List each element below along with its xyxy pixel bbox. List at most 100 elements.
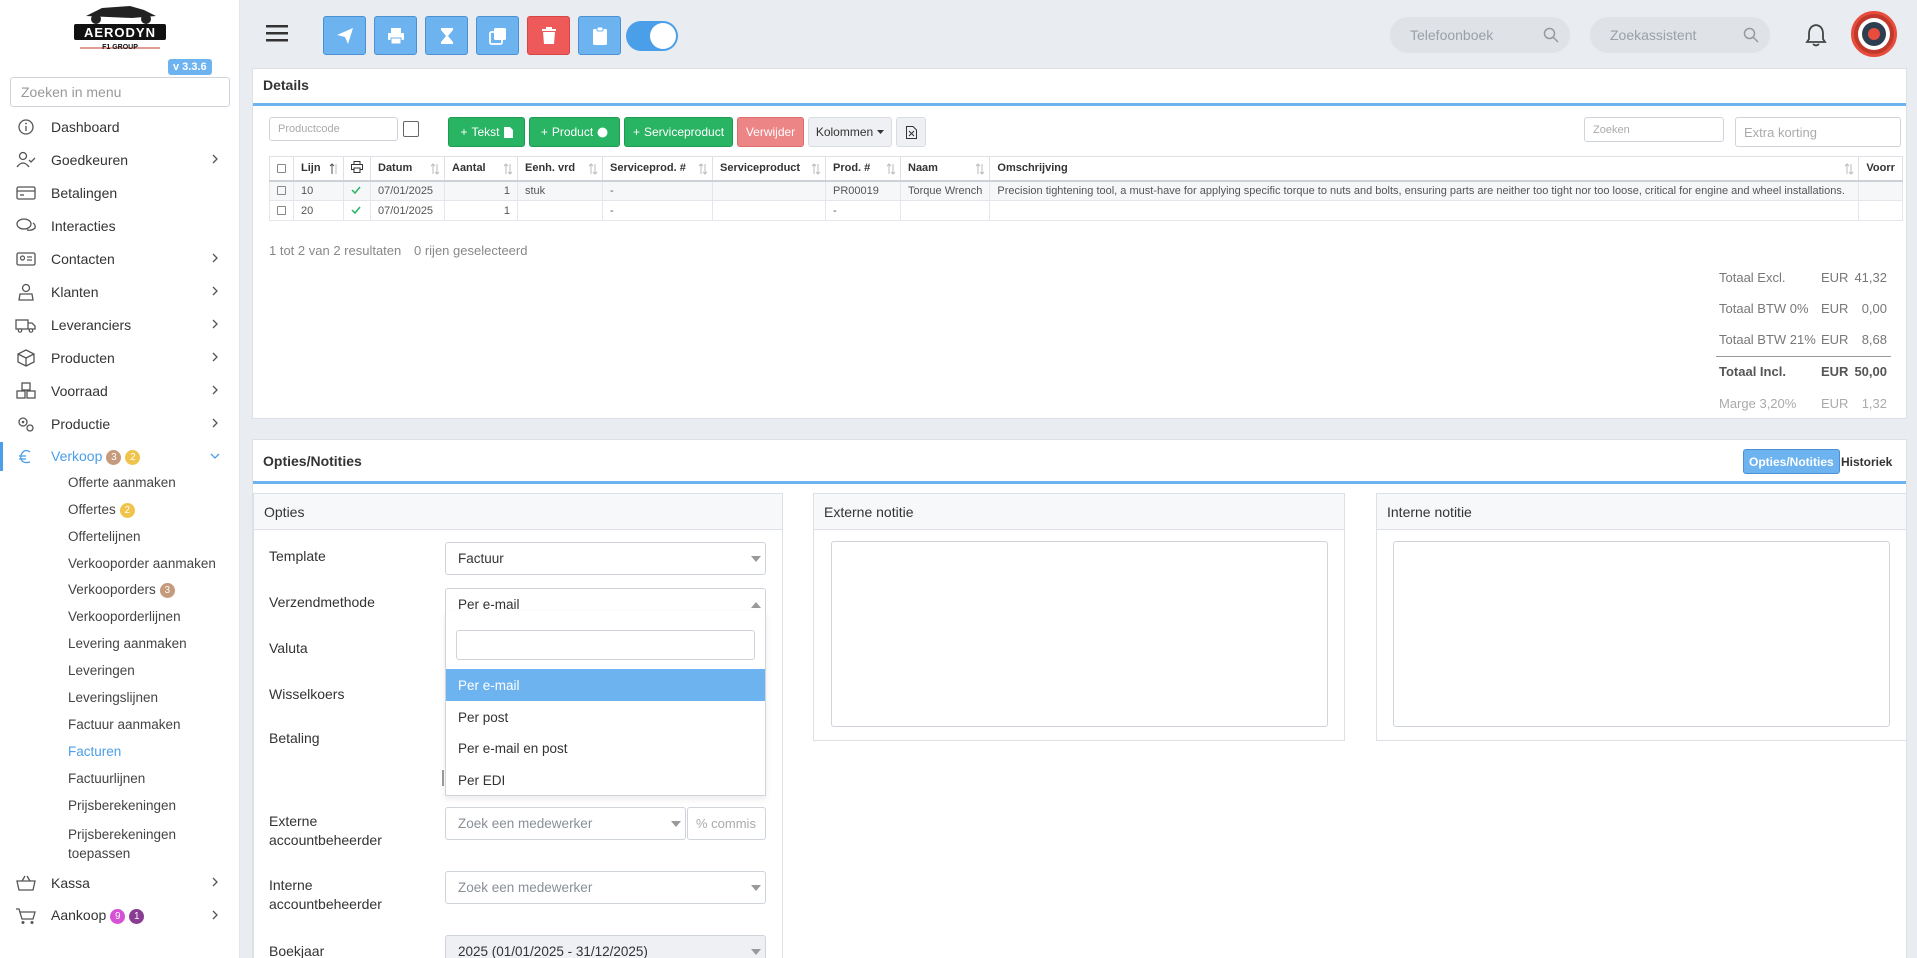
row-select-cell[interactable] bbox=[269, 180, 294, 201]
export-excel-button[interactable] bbox=[896, 117, 926, 147]
sidebar-item-label: Betalingen bbox=[51, 184, 118, 201]
column-header[interactable]: Eenh. vrd bbox=[517, 156, 603, 182]
select-all-checkbox[interactable] bbox=[277, 163, 286, 173]
tab-opties-notities[interactable]: Opties/Notities bbox=[1743, 449, 1840, 474]
caret-down-icon bbox=[671, 821, 681, 827]
submenu-offerte-aanmaken[interactable]: Offerte aanmaken bbox=[68, 475, 176, 490]
column-header[interactable]: Voorr bbox=[1858, 156, 1903, 182]
sidebar-item-verkoop[interactable]: Verkoop 3 2 bbox=[0, 440, 240, 473]
sidebar-item-label: Aankoop 9 1 bbox=[51, 907, 145, 924]
productcode-checkbox[interactable] bbox=[403, 121, 419, 137]
sort-icon bbox=[811, 163, 821, 175]
row-select-cell[interactable] bbox=[269, 200, 294, 221]
interne-accountbeheerder-select[interactable]: Zoek een medewerker bbox=[445, 871, 766, 904]
sidebar-item-goedkeuren[interactable]: Goedkeuren bbox=[0, 143, 240, 176]
details-title: Details bbox=[263, 77, 309, 93]
dropdown-option[interactable]: Per EDI bbox=[446, 764, 765, 796]
sidebar-item-voorraad[interactable]: Voorraad bbox=[0, 374, 240, 407]
row-checkbox[interactable] bbox=[277, 186, 286, 196]
select-all-header[interactable] bbox=[269, 156, 294, 182]
copy-button[interactable] bbox=[476, 16, 519, 55]
submenu-offertes[interactable]: Offertes 2 bbox=[68, 502, 135, 518]
dropdown-option[interactable]: Per e-mail bbox=[446, 669, 765, 701]
submenu-verkooporderlijnen[interactable]: Verkooporderlijnen bbox=[68, 609, 181, 624]
sidebar-item-leveranciers[interactable]: Leveranciers bbox=[0, 308, 240, 341]
column-header[interactable]: Aantal bbox=[444, 156, 518, 182]
chevron-right-icon bbox=[212, 910, 218, 920]
submenu-prijsberekeningen-toepassen[interactable]: Prijsberekeningen toepassen bbox=[68, 825, 208, 863]
delete-line-button[interactable]: Verwijder bbox=[737, 117, 804, 147]
id-card-icon bbox=[16, 252, 36, 266]
cell-lijn: 10 bbox=[293, 180, 344, 201]
sidebar-item-productie[interactable]: Productie bbox=[0, 407, 240, 440]
company-logo[interactable]: AERODYN F1 GROUP bbox=[72, 2, 168, 54]
hidden-field-edge bbox=[442, 770, 444, 786]
commission-input[interactable] bbox=[687, 807, 766, 840]
externe-accountbeheerder-select[interactable]: Zoek een medewerker bbox=[445, 807, 686, 840]
template-select[interactable]: Factuur bbox=[445, 542, 766, 575]
sidebar-item-interacties[interactable]: Interacties bbox=[0, 209, 240, 242]
submenu-offertelijnen[interactable]: Offertelijnen bbox=[68, 529, 141, 544]
submenu-verkooporder-aanmaken[interactable]: Verkooporder aanmaken bbox=[68, 556, 216, 571]
sidebar-item-label: Dashboard bbox=[51, 118, 120, 135]
label-verzendmethode: Verzendmethode bbox=[269, 594, 375, 610]
submenu-factuur-aanmaken[interactable]: Factuur aanmaken bbox=[68, 717, 181, 732]
send-button[interactable] bbox=[323, 16, 366, 55]
submenu-leveringslijnen[interactable]: Leveringslijnen bbox=[68, 690, 158, 705]
column-header[interactable]: Prod. # bbox=[825, 156, 901, 182]
menu-search-input[interactable] bbox=[10, 77, 230, 107]
column-header[interactable]: Datum bbox=[370, 156, 445, 182]
interne-notitie-textarea[interactable] bbox=[1393, 541, 1890, 727]
user-avatar[interactable] bbox=[1851, 11, 1897, 57]
sidebar-item-klanten[interactable]: Klanten bbox=[0, 275, 240, 308]
columns-dropdown-button[interactable]: Kolommen bbox=[808, 117, 892, 147]
bell-icon[interactable] bbox=[1805, 23, 1827, 47]
sidebar-item-kassa[interactable]: Kassa bbox=[0, 866, 240, 899]
extra-discount-input[interactable] bbox=[1735, 117, 1901, 147]
submenu-prijsberekeningen[interactable]: Prijsberekeningen bbox=[68, 798, 176, 813]
sidebar-item-betalingen[interactable]: Betalingen bbox=[0, 176, 240, 209]
column-header[interactable]: Omschrijving bbox=[989, 156, 1860, 182]
sidebar-item-contacten[interactable]: Contacten bbox=[0, 242, 240, 275]
table-row[interactable]: 20 07/01/2025 1 - - bbox=[269, 200, 1903, 221]
submenu-leveringen[interactable]: Leveringen bbox=[68, 663, 135, 678]
hourglass-button[interactable] bbox=[425, 16, 468, 55]
column-header[interactable]: Serviceprod. # bbox=[602, 156, 713, 182]
table-row[interactable]: 10 07/01/2025 1 stuk - PR00019 Torque Wr… bbox=[269, 180, 1903, 201]
submenu-levering-aanmaken[interactable]: Levering aanmaken bbox=[68, 636, 187, 651]
externe-notitie-textarea[interactable] bbox=[831, 541, 1328, 727]
cell-prodnr-link[interactable]: PR00019 bbox=[825, 180, 901, 201]
search-icon[interactable] bbox=[1743, 27, 1759, 43]
column-header[interactable]: Lijn bbox=[293, 156, 344, 182]
clipboard-button[interactable] bbox=[578, 16, 621, 55]
tab-historiek[interactable]: Historiek bbox=[1836, 449, 1897, 474]
column-label: Aantal bbox=[452, 162, 486, 175]
mode-toggle[interactable] bbox=[626, 21, 678, 51]
copy-icon bbox=[488, 27, 506, 45]
print-button[interactable] bbox=[374, 16, 417, 55]
submenu-verkooporders[interactable]: Verkooporders 3 bbox=[68, 582, 175, 598]
add-text-button[interactable]: + Tekst bbox=[448, 117, 525, 147]
search-icon[interactable] bbox=[1543, 27, 1559, 43]
row-checkbox[interactable] bbox=[277, 206, 286, 216]
submenu-factuurlijnen[interactable]: Factuurlijnen bbox=[68, 771, 145, 786]
hamburger-menu-icon[interactable] bbox=[266, 24, 288, 42]
sort-icon bbox=[588, 163, 598, 175]
column-header[interactable]: Serviceproduct bbox=[712, 156, 826, 182]
dropdown-option[interactable]: Per post bbox=[446, 701, 765, 733]
sidebar-item-dashboard[interactable]: Dashboard bbox=[0, 110, 240, 143]
submenu-facturen[interactable]: Facturen bbox=[68, 744, 121, 759]
sidebar-item-producten[interactable]: Producten bbox=[0, 341, 240, 374]
add-product-button[interactable]: + Product bbox=[529, 117, 620, 147]
dropdown-search-input[interactable] bbox=[456, 630, 755, 660]
column-header[interactable]: Naam bbox=[899, 156, 991, 182]
dropdown-option[interactable]: Per e-mail en post bbox=[446, 732, 765, 764]
boekjaar-select[interactable]: 2025 (01/01/2025 - 31/12/2025) bbox=[445, 935, 766, 958]
sidebar-item-label: Voorraad bbox=[51, 382, 108, 399]
productcode-input[interactable] bbox=[269, 117, 398, 141]
delete-button[interactable] bbox=[527, 16, 570, 55]
table-search-input[interactable] bbox=[1584, 117, 1724, 142]
plus-icon: + bbox=[632, 125, 640, 139]
sidebar-item-aankoop[interactable]: Aankoop 9 1 bbox=[0, 899, 240, 932]
add-serviceproduct-button[interactable]: + Serviceproduct bbox=[624, 117, 733, 147]
